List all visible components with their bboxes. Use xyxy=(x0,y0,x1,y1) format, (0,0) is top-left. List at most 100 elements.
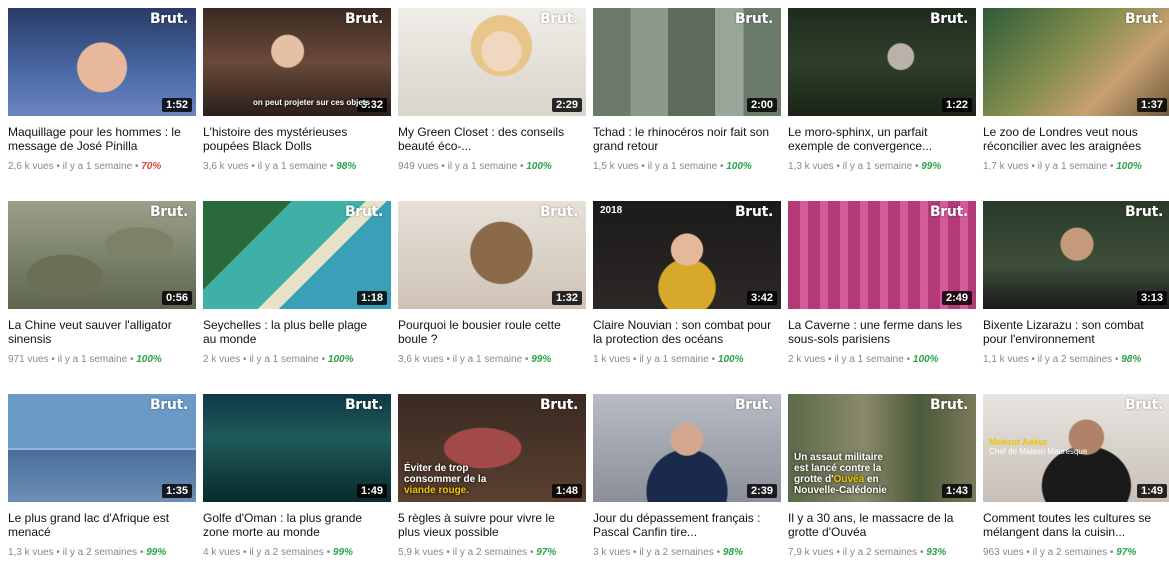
video-thumbnail[interactable]: Brut. 1:18 xyxy=(203,201,391,309)
video-card[interactable]: Brut. 3:13 Bixente Lizarazu : son combat… xyxy=(983,201,1169,387)
rating-percent: 100% xyxy=(717,354,744,365)
meta-separator: • xyxy=(56,547,60,558)
meta-separator: • xyxy=(633,354,637,365)
brut-logo: Brut. xyxy=(149,397,188,413)
view-count: 1,1 k vues xyxy=(983,354,1029,365)
video-title[interactable]: Le plus grand lac d'Afrique est menacé xyxy=(8,511,188,539)
video-grid: Brut. 1:52 Maquillage pour les hommes : … xyxy=(0,0,1169,562)
video-card[interactable]: Brut. 1:48 Éviter de trop consommer de l… xyxy=(398,394,586,562)
video-duration: 1:22 xyxy=(941,98,972,112)
overlay-highlight: Ouvéa xyxy=(833,474,865,485)
video-card[interactable]: Brut. 0:56 La Chine veut sauver l'alliga… xyxy=(8,201,196,387)
rating-percent: 100% xyxy=(726,161,752,172)
view-count: 4 k vues xyxy=(203,547,241,558)
rating-percent: 98% xyxy=(722,547,743,558)
video-card[interactable]: Brut. 1:49 Golfe d'Oman : la plus grande… xyxy=(203,394,391,562)
video-thumbnail[interactable]: Brut. 3:32 on peut projeter sur ces obje… xyxy=(203,8,391,116)
brut-logo: Brut. xyxy=(149,11,188,27)
video-thumbnail[interactable]: Brut. 2:00 xyxy=(593,8,781,116)
video-thumbnail[interactable]: Brut. 1:43 Un assaut militaire est lancé… xyxy=(788,394,976,502)
thumbnail-overlay-text: Un assaut militaire est lancé contre la … xyxy=(794,452,899,496)
video-title[interactable]: Claire Nouvian : son combat pour la prot… xyxy=(593,318,773,346)
meta-separator: • xyxy=(129,354,134,365)
meta-separator: • xyxy=(1026,547,1030,558)
brut-logo: Brut. xyxy=(734,11,773,27)
video-card[interactable]: Brut. 1:37 Le zoo de Londres veut nous r… xyxy=(983,8,1169,194)
video-title[interactable]: Pourquoi le bousier roule cette boule ? xyxy=(398,318,578,346)
video-card[interactable]: Brut. 1:22 Le moro-sphinx, un parfait ex… xyxy=(788,8,976,194)
brut-logo: Brut. xyxy=(929,204,968,220)
upload-age: il y a 1 semaine xyxy=(62,161,133,172)
brut-logo: Brut. xyxy=(344,11,383,27)
video-thumbnail[interactable]: Brut. 1:49 xyxy=(203,394,391,502)
video-title[interactable]: La Caverne : une ferme dans les sous-sol… xyxy=(788,318,968,346)
video-thumbnail[interactable]: Brut. 2:39 xyxy=(593,394,781,502)
video-title[interactable]: Tchad : le rhinocéros noir fait son gran… xyxy=(593,125,773,153)
video-thumbnail[interactable]: Brut. 1:22 xyxy=(788,8,976,116)
video-meta: 963 vues • il y a 2 semaines • 97% xyxy=(983,547,1169,558)
rating-percent: 100% xyxy=(1116,161,1142,172)
meta-separator: • xyxy=(711,354,716,365)
video-thumbnail[interactable]: Brut. 0:56 xyxy=(8,201,196,309)
video-title[interactable]: Seychelles : la plus belle plage au mond… xyxy=(203,318,383,346)
video-thumbnail[interactable]: Brut. 1:52 xyxy=(8,8,196,116)
video-card[interactable]: Brut. 1:35 Le plus grand lac d'Afrique e… xyxy=(8,394,196,562)
view-count: 1,5 k vues xyxy=(593,161,639,172)
name-tag-role: Chef de Maison Mauresque xyxy=(989,447,1088,456)
rating-percent: 99% xyxy=(146,547,167,558)
meta-separator: • xyxy=(1031,354,1035,365)
video-title[interactable]: Le zoo de Londres veut nous réconcilier … xyxy=(983,125,1163,153)
video-card[interactable]: Brut. 3:42 2018 Claire Nouvian : son com… xyxy=(593,201,781,387)
meta-separator: • xyxy=(1109,161,1114,172)
video-thumbnail[interactable]: Brut. 1:35 xyxy=(8,394,196,502)
upload-age: il y a 1 semaine xyxy=(249,354,319,365)
overlay-highlight: viande rouge. xyxy=(404,485,470,496)
video-title[interactable]: Maquillage pour les hommes : le message … xyxy=(8,125,188,153)
video-thumbnail[interactable]: Brut. 3:42 2018 xyxy=(593,201,781,309)
meta-separator: • xyxy=(326,547,331,558)
video-thumbnail[interactable]: Brut. 1:37 xyxy=(983,8,1169,116)
video-title[interactable]: L'histoire des mystérieuses poupées Blac… xyxy=(203,125,383,153)
video-title[interactable]: Il y a 30 ans, le massacre de la grotte … xyxy=(788,511,968,539)
video-title[interactable]: La Chine veut sauver l'alligator sinensi… xyxy=(8,318,188,346)
meta-separator: • xyxy=(243,354,247,365)
video-card[interactable]: Brut. 1:32 Pourquoi le bousier roule cet… xyxy=(398,201,586,387)
video-duration: 2:00 xyxy=(746,98,777,112)
video-thumbnail[interactable]: Brut. 1:48 Éviter de trop consommer de l… xyxy=(398,394,586,502)
video-meta: 3,6 k vues • il y a 1 semaine • 99% xyxy=(398,354,586,365)
thumbnail-caption: on peut projeter sur ces objets xyxy=(253,98,370,107)
video-card[interactable]: Brut. 1:18 Seychelles : la plus belle pl… xyxy=(203,201,391,387)
video-thumbnail[interactable]: Brut. 3:13 xyxy=(983,201,1169,309)
video-card[interactable]: Brut. 1:52 Maquillage pour les hommes : … xyxy=(8,8,196,194)
video-card[interactable]: Brut. 2:49 La Caverne : une ferme dans l… xyxy=(788,201,976,387)
brut-logo: Brut. xyxy=(539,397,578,413)
video-title[interactable]: My Green Closet : des conseils beauté éc… xyxy=(398,125,578,153)
meta-separator: • xyxy=(641,161,645,172)
video-thumbnail[interactable]: Brut. 1:49 Meksut Aekur Chef de Maison Ma… xyxy=(983,394,1169,502)
video-thumbnail[interactable]: Brut. 2:49 xyxy=(788,201,976,309)
video-title[interactable]: Bixente Lizarazu : son combat pour l'env… xyxy=(983,318,1163,346)
video-title[interactable]: Comment toutes les cultures se mélangent… xyxy=(983,511,1163,539)
brut-logo: Brut. xyxy=(539,11,578,27)
video-card[interactable]: Brut. 2:00 Tchad : le rhinocéros noir fa… xyxy=(593,8,781,194)
video-title[interactable]: Le moro-sphinx, un parfait exemple de co… xyxy=(788,125,968,153)
rating-percent: 100% xyxy=(912,354,939,365)
video-card[interactable]: Brut. 1:43 Un assaut militaire est lancé… xyxy=(788,394,976,562)
video-duration: 3:42 xyxy=(746,291,777,305)
view-count: 7,9 k vues xyxy=(788,547,834,558)
video-title[interactable]: 5 règles à suivre pour vivre le plus vie… xyxy=(398,511,578,539)
brut-logo: Brut. xyxy=(1124,397,1163,413)
video-title[interactable]: Jour du dépassement français : Pascal Ca… xyxy=(593,511,773,539)
video-card[interactable]: Brut. 1:49 Meksut Aekur Chef de Maison Ma… xyxy=(983,394,1169,562)
brut-logo: Brut. xyxy=(539,204,578,220)
rating-percent: 99% xyxy=(921,161,942,172)
meta-separator: • xyxy=(716,547,721,558)
upload-age: il y a 2 semaines xyxy=(249,547,324,558)
video-card[interactable]: Brut. 2:39 Jour du dépassement français … xyxy=(593,394,781,562)
video-card[interactable]: Brut. 3:32 on peut projeter sur ces obje… xyxy=(203,8,391,194)
video-thumbnail[interactable]: Brut. 2:29 xyxy=(398,8,586,116)
video-title[interactable]: Golfe d'Oman : la plus grande zone morte… xyxy=(203,511,383,539)
rating-percent: 97% xyxy=(536,547,557,558)
video-card[interactable]: Brut. 2:29 My Green Closet : des conseil… xyxy=(398,8,586,194)
video-thumbnail[interactable]: Brut. 1:32 xyxy=(398,201,586,309)
